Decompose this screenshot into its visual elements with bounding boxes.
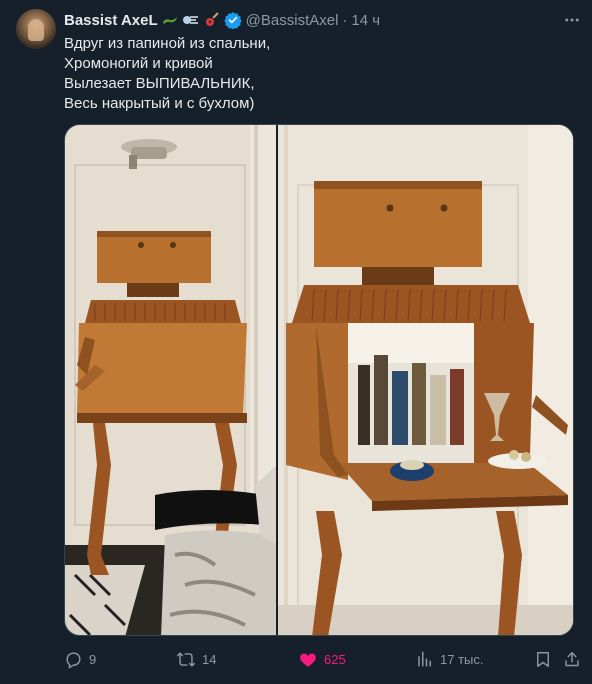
tweet-text: Вдруг из папиной из спальни, Хромоногий … — [64, 34, 574, 114]
author-handle[interactable]: @BassistAxel — [246, 12, 339, 29]
photo-open-cabinet[interactable] — [278, 125, 573, 635]
share-button[interactable] — [563, 646, 581, 672]
share-icon — [565, 651, 579, 666]
like-button[interactable]: 625 — [298, 646, 346, 672]
like-count: 625 — [324, 651, 346, 667]
tweet-text-line: Весь накрытый и с бухлом) — [64, 95, 255, 112]
more-options-icon[interactable] — [562, 10, 582, 30]
tweet[interactable]: Bassist AxeL @BassistAxel · 14 ч Вдруг и… — [0, 0, 592, 684]
views-button[interactable]: 17 тыс. — [416, 646, 483, 672]
lizard-emoji-icon — [162, 12, 178, 28]
tweet-text-line: Хромоногий и кривой — [64, 55, 213, 72]
views-icon — [418, 651, 431, 667]
repost-button[interactable]: 14 — [176, 646, 216, 672]
tweet-text-line: Вдруг из папиной из спальни, — [64, 35, 271, 52]
guitar-emoji-icon — [204, 12, 220, 28]
photo-closed-cabinet[interactable] — [65, 125, 277, 635]
separator-dot: · — [342, 11, 348, 29]
timestamp[interactable]: 14 ч — [351, 12, 380, 29]
repost-icon — [176, 651, 196, 667]
bookmark-icon — [537, 651, 549, 667]
media-grid[interactable] — [64, 124, 574, 636]
tweet-text-line: Вылезает ВЫПИВАЛЬНИК, — [64, 75, 255, 92]
heart-icon — [300, 653, 316, 667]
action-bar: 9 14 625 17 тыс. — [64, 646, 584, 672]
tweet-header: Bassist AxeL @BassistAxel · 14 ч — [64, 10, 380, 30]
verified-badge-icon — [223, 11, 242, 29]
avatar[interactable] — [16, 9, 56, 49]
view-count: 17 тыс. — [440, 651, 484, 667]
reply-icon — [66, 651, 81, 669]
bookmark-button[interactable] — [534, 646, 552, 672]
reply-button[interactable]: 9 — [64, 646, 96, 672]
repost-count: 14 — [202, 651, 217, 667]
author-name[interactable]: Bassist AxeL — [64, 12, 158, 29]
reply-count: 9 — [89, 651, 97, 667]
wind-emoji-icon — [182, 12, 200, 28]
